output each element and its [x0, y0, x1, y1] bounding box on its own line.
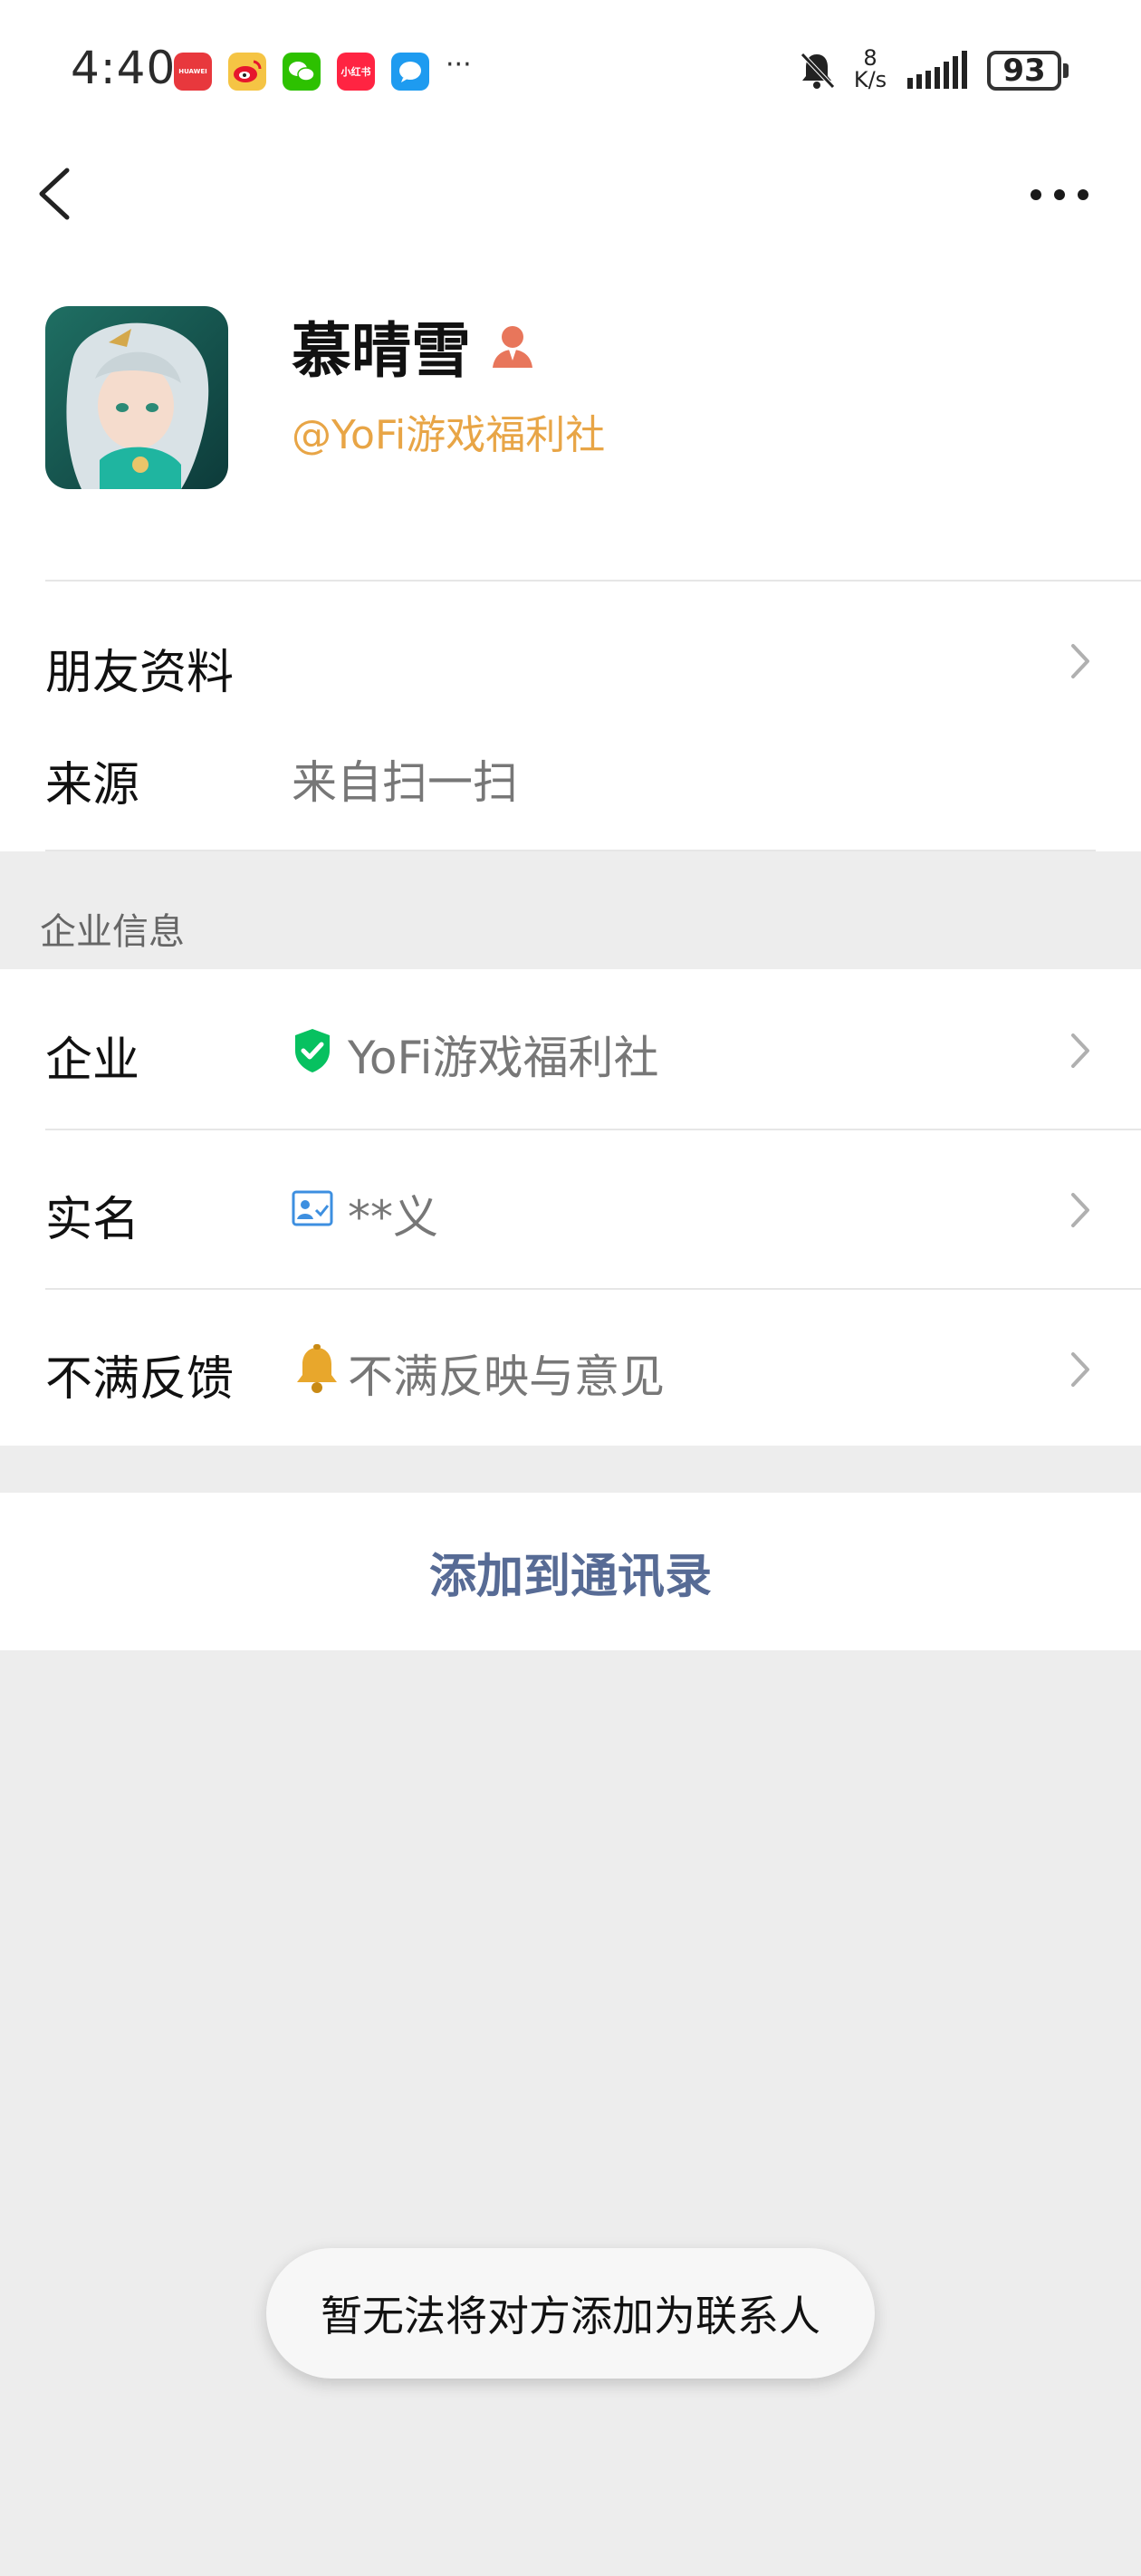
status-bar: 4:40 HUAWEI 小红书 ··· 8 K/s 93	[0, 0, 1141, 136]
signal-icon	[907, 51, 967, 89]
add-to-contacts-button[interactable]: 添加到通讯录	[0, 1493, 1141, 1650]
toast: 暂无法将对方添加为联系人	[266, 2248, 875, 2379]
more-notifications-icon: ···	[446, 49, 472, 81]
divider	[45, 1129, 1141, 1130]
enterprise-label: 企业	[45, 1033, 140, 1088]
back-button[interactable]	[36, 167, 72, 221]
more-options-button[interactable]	[1031, 181, 1088, 208]
divider	[45, 850, 1096, 851]
battery-level: 93	[1002, 53, 1046, 89]
xiaohongshu-label: 小红书	[340, 66, 371, 78]
bell-icon	[297, 1344, 337, 1393]
toast-message: 暂无法将对方添加为联系人	[321, 2292, 820, 2341]
chevron-right-icon[interactable]	[1070, 1192, 1090, 1228]
feedback-value[interactable]: 不满反映与意见	[348, 1341, 665, 1406]
network-speed-unit: K/s	[853, 67, 887, 92]
profile-card	[0, 136, 1141, 851]
wechat-icon	[283, 53, 321, 91]
bell-off-icon	[801, 53, 835, 89]
chevron-right-icon[interactable]	[1070, 643, 1090, 679]
more-dot	[1031, 189, 1041, 200]
messages-icon	[391, 53, 429, 91]
source-label: 来源	[45, 758, 140, 812]
real-name-value[interactable]: **义	[348, 1181, 438, 1246]
huawei-appgallery-icon: HUAWEI	[174, 53, 212, 91]
more-dot	[1078, 189, 1088, 200]
battery-indicator: 93	[987, 51, 1061, 91]
divider	[45, 1288, 1141, 1290]
status-time: 4:40	[71, 42, 177, 94]
network-speed-value: 8	[863, 45, 877, 71]
network-speed: 8 K/s	[849, 47, 891, 91]
divider	[45, 580, 1141, 582]
chevron-right-icon[interactable]	[1070, 1351, 1090, 1388]
more-dot	[1054, 189, 1065, 200]
real-name-label: 实名	[45, 1193, 140, 1247]
profile-handle: @YoFi游戏福利社	[292, 412, 606, 458]
xiaohongshu-icon: 小红书	[337, 53, 375, 91]
profile-name: 慕晴雪	[292, 316, 471, 386]
chevron-right-icon[interactable]	[1070, 1033, 1090, 1069]
huawei-label: HUAWEI	[178, 68, 207, 75]
enterprise-value[interactable]: YoFi游戏福利社	[348, 1022, 659, 1087]
section-header-enterprise: 企业信息	[40, 911, 185, 953]
battery-tip	[1063, 63, 1069, 78]
verified-shield-icon	[295, 1029, 330, 1072]
source-value: 来自扫一扫	[292, 756, 518, 809]
person-icon	[493, 326, 532, 368]
add-to-contacts-label: 添加到通讯录	[428, 1549, 712, 1604]
weibo-icon	[228, 53, 266, 91]
id-card-icon	[292, 1190, 333, 1226]
friend-info-title[interactable]: 朋友资料	[45, 634, 234, 702]
avatar[interactable]	[45, 306, 228, 489]
feedback-label: 不满反馈	[45, 1352, 235, 1407]
